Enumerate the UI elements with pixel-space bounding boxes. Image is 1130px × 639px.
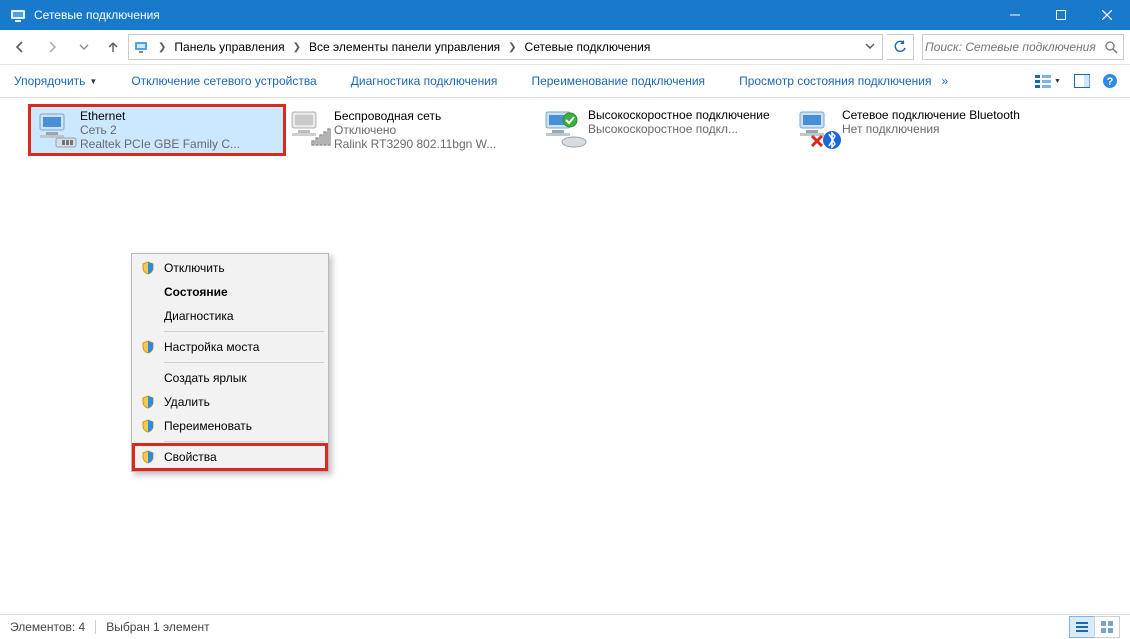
more-commands-button[interactable]: » (940, 70, 951, 92)
ctx-label: Состояние (160, 285, 318, 299)
nav-back-button[interactable] (6, 35, 34, 59)
connection-list: Ethernet Сеть 2 Realtek PCIe GBE Family … (30, 106, 1100, 154)
toolbar-label: Диагностика подключения (351, 74, 498, 88)
breadcrumb-item[interactable]: Панель управления (171, 38, 287, 56)
breadcrumb-item[interactable]: Все элементы панели управления (306, 38, 503, 56)
disable-device-button[interactable]: Отключение сетевого устройства (123, 70, 324, 92)
shield-icon (136, 395, 160, 409)
toolbar-label: Переименование подключения (531, 74, 705, 88)
separator (164, 362, 324, 363)
shield-icon (136, 419, 160, 433)
location-icon (133, 38, 151, 56)
diagnose-button[interactable]: Диагностика подключения (343, 70, 506, 92)
connection-name: Ethernet (80, 109, 282, 123)
view-toggle (1070, 616, 1120, 638)
bluetooth-icon (794, 108, 842, 152)
connection-name: Беспроводная сеть (334, 109, 536, 123)
ctx-label: Удалить (160, 395, 318, 409)
connection-status: Отключено (334, 123, 536, 137)
chevron-down-icon: ▼ (89, 77, 97, 86)
preview-pane-button[interactable] (1068, 69, 1096, 93)
window: Сетевые подключения ❯ Панель управления … (0, 0, 1130, 639)
minimize-button[interactable] (992, 0, 1038, 30)
connection-status: Сеть 2 (80, 123, 282, 137)
ctx-label: Отключить (160, 261, 318, 275)
connection-device: Высокоскоростное подкл... (588, 122, 790, 136)
close-button[interactable] (1084, 0, 1130, 30)
toolbar-label: Просмотр состояния подключения (739, 74, 931, 88)
search-input[interactable] (923, 39, 1099, 55)
ctx-diagnose[interactable]: Диагностика (134, 304, 326, 328)
nav-forward-button[interactable] (38, 35, 66, 59)
rename-button[interactable]: Переименование подключения (523, 70, 713, 92)
nav-up-button[interactable] (102, 35, 124, 59)
connection-device: Realtek PCIe GBE Family C... (80, 137, 282, 151)
chevron-right-icon[interactable]: ❯ (153, 42, 171, 53)
help-button[interactable]: ? (1096, 69, 1124, 93)
search-box[interactable] (922, 34, 1124, 60)
app-icon (10, 7, 26, 23)
view-status-button[interactable]: Просмотр состояния подключения (731, 70, 939, 92)
toolbar-label: Отключение сетевого устройства (131, 74, 316, 88)
breadcrumb-item[interactable]: Сетевые подключения (522, 38, 654, 56)
chevron-right-icon[interactable]: ❯ (288, 42, 306, 53)
organize-label: Упорядочить (14, 74, 85, 88)
ctx-delete[interactable]: Удалить (134, 390, 326, 414)
connection-item-wireless[interactable]: Беспроводная сеть Отключено Ralink RT329… (284, 106, 538, 154)
shield-icon (136, 450, 160, 464)
connection-name: Высокоскоростное подключение (588, 109, 790, 122)
details-view-button[interactable] (1069, 616, 1095, 638)
content-pane[interactable]: Ethernet Сеть 2 Realtek PCIe GBE Family … (0, 98, 1130, 633)
ctx-label: Переименовать (160, 419, 318, 433)
change-view-button[interactable]: ▼ (1028, 69, 1068, 93)
ethernet-icon (32, 108, 80, 152)
ctx-disable[interactable]: Отключить (134, 256, 326, 280)
ctx-status[interactable]: Состояние (134, 280, 326, 304)
chevron-down-icon: ▼ (1054, 78, 1061, 85)
search-icon[interactable] (1099, 40, 1123, 54)
separator (164, 441, 324, 442)
ctx-label: Создать ярлык (160, 371, 318, 385)
divider (95, 620, 96, 634)
maximize-button[interactable] (1038, 0, 1084, 30)
shield-icon (136, 261, 160, 275)
ctx-bridge[interactable]: Настройка моста (134, 335, 326, 359)
context-menu: Отключить Состояние Диагностика Настройк… (131, 253, 329, 472)
window-controls (992, 0, 1130, 30)
refresh-button[interactable] (887, 34, 914, 60)
nav-recent-dropdown[interactable] (70, 35, 98, 59)
ctx-create-shortcut[interactable]: Создать ярлык (134, 366, 326, 390)
connection-item-broadband[interactable]: Высокоскоростное подключение Высокоскоро… (538, 106, 792, 154)
ctx-label: Свойства (160, 450, 318, 464)
address-row: ❯ Панель управления ❯ Все элементы панел… (0, 30, 1130, 65)
selection-count: Выбран 1 элемент (106, 620, 209, 634)
ctx-rename[interactable]: Переименовать (134, 414, 326, 438)
icons-view-button[interactable] (1094, 616, 1120, 638)
separator (164, 331, 324, 332)
connection-item-ethernet[interactable]: Ethernet Сеть 2 Realtek PCIe GBE Family … (30, 106, 284, 154)
broadband-icon (540, 108, 588, 152)
chevron-right-icon[interactable]: ❯ (503, 42, 521, 53)
window-title: Сетевые подключения (34, 8, 992, 22)
status-bar: Элементов: 4 Выбран 1 элемент (0, 614, 1130, 639)
svg-text:?: ? (1107, 76, 1114, 88)
organize-menu[interactable]: Упорядочить ▼ (6, 70, 105, 92)
ctx-label: Диагностика (160, 309, 318, 323)
item-count: Элементов: 4 (10, 620, 85, 634)
wireless-icon (286, 108, 334, 152)
connection-item-bluetooth[interactable]: Сетевое подключение Bluetooth Нет подклю… (792, 106, 1046, 154)
command-bar: Упорядочить ▼ Отключение сетевого устройс… (0, 65, 1130, 98)
connection-device: Ralink RT3290 802.11bgn W... (334, 137, 536, 151)
shield-icon (136, 340, 160, 354)
connection-device: Нет подключения (842, 122, 1044, 136)
address-bar[interactable]: ❯ Панель управления ❯ Все элементы панел… (128, 34, 883, 60)
address-dropdown-button[interactable] (860, 40, 880, 54)
ctx-properties[interactable]: Свойства (134, 445, 326, 469)
titlebar[interactable]: Сетевые подключения (0, 0, 1130, 30)
ctx-label: Настройка моста (160, 340, 318, 354)
connection-name: Сетевое подключение Bluetooth (842, 109, 1044, 122)
